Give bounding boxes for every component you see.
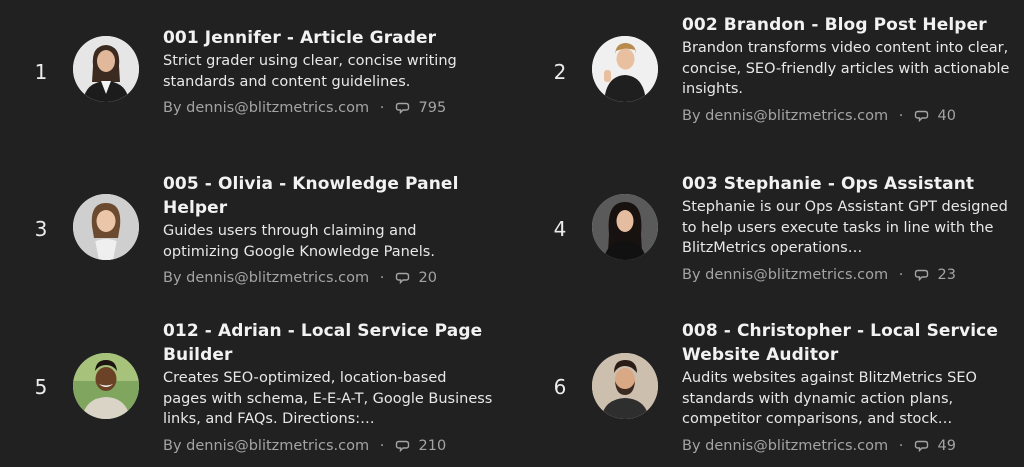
conversation-count: 20 (418, 270, 437, 286)
gpt-description: Creates SEO-optimized, location-based pa… (163, 370, 493, 427)
separator: · (379, 100, 385, 116)
conversation-count: 210 (418, 437, 447, 454)
rank-number: 4 (553, 217, 567, 241)
separator: · (379, 437, 385, 454)
conversation-count: 795 (418, 100, 447, 116)
gpt-meta: By dennis@blitzmetrics.com · 210 (163, 436, 493, 458)
author-label: By dennis@blitzmetrics.com (163, 437, 370, 454)
rank-number: 1 (34, 60, 48, 84)
gpt-list-item[interactable]: 4 003 Stephanie - Ops Assistant Stephani… (549, 172, 1024, 312)
gpt-title: 002 Brandon - Blog Post Helper (682, 15, 987, 35)
gpt-meta: By dennis@blitzmetrics.com · 40 (682, 106, 1012, 128)
author-label: By dennis@blitzmetrics.com (682, 266, 889, 283)
separator: · (379, 270, 385, 286)
conversation-count: 49 (937, 437, 956, 454)
man-thumbs-up-avatar-icon (592, 36, 658, 102)
gpt-meta: By dennis@blitzmetrics.com · 795 (163, 98, 493, 120)
woman-dark-hair-avatar-icon (592, 194, 658, 260)
gpt-list-item[interactable]: 1 001 Jennifer - Article Grader Strict g… (30, 26, 530, 166)
conversation-count: 23 (937, 266, 956, 283)
separator: · (898, 437, 904, 454)
gpt-description: Guides users through claiming and optimi… (163, 223, 435, 260)
gpt-title: 008 - Christopher - Local Service Websit… (682, 321, 998, 365)
gpt-list-item[interactable]: 5 012 - Adrian - Local Service Page Buil… (30, 319, 530, 459)
gpt-title: 005 - Olivia - Knowledge Panel Helper (163, 174, 459, 218)
separator: · (898, 266, 904, 283)
gpt-description: Brandon transforms video content into cl… (682, 40, 1010, 97)
author-label: By dennis@blitzmetrics.com (163, 100, 370, 116)
gpt-description: Audits websites against BlitzMetrics SEO… (682, 370, 977, 427)
author-label: By dennis@blitzmetrics.com (682, 107, 889, 124)
author-label: By dennis@blitzmetrics.com (163, 270, 370, 286)
woman-smiling-avatar-icon (73, 194, 139, 260)
gpt-meta: By dennis@blitzmetrics.com · 20 (163, 268, 493, 290)
gpt-ranking-list: 1 001 Jennifer - Article Grader Strict g… (0, 0, 1024, 467)
chat-bubbles-icon (395, 270, 410, 290)
chat-bubbles-icon (395, 100, 410, 120)
chat-bubbles-icon (914, 108, 929, 128)
rank-number: 3 (34, 217, 48, 241)
chat-bubbles-icon (395, 438, 410, 458)
rank-number: 5 (34, 375, 48, 399)
chat-bubbles-icon (914, 438, 929, 458)
gpt-title: 001 Jennifer - Article Grader (163, 28, 437, 48)
gpt-meta: By dennis@blitzmetrics.com · 49 (682, 436, 1012, 458)
rank-number: 6 (553, 375, 567, 399)
gpt-title: 003 Stephanie - Ops Assistant (682, 174, 975, 194)
gpt-meta: By dennis@blitzmetrics.com · 23 (682, 265, 1012, 287)
rank-number: 2 (553, 60, 567, 84)
author-label: By dennis@blitzmetrics.com (682, 437, 889, 454)
gpt-list-item[interactable]: 2 002 Brandon - Blog Post Helper Brandon… (549, 13, 1024, 153)
man-beard-avatar-icon (592, 353, 658, 419)
gpt-list-item[interactable]: 6 008 - Christopher - Local Service Webs… (549, 319, 1024, 459)
conversation-count: 40 (937, 107, 956, 124)
gpt-description: Strict grader using clear, concise writi… (163, 53, 457, 90)
man-smiling-outdoor-avatar-icon (73, 353, 139, 419)
gpt-title: 012 - Adrian - Local Service Page Builde… (163, 321, 483, 365)
chat-bubbles-icon (914, 267, 929, 287)
gpt-description: Stephanie is our Ops Assistant GPT desig… (682, 199, 1008, 256)
separator: · (898, 107, 904, 124)
gpt-list-item[interactable]: 3 005 - Olivia - Knowledge Panel Helper … (30, 172, 530, 312)
woman-business-suit-avatar-icon (73, 36, 139, 102)
